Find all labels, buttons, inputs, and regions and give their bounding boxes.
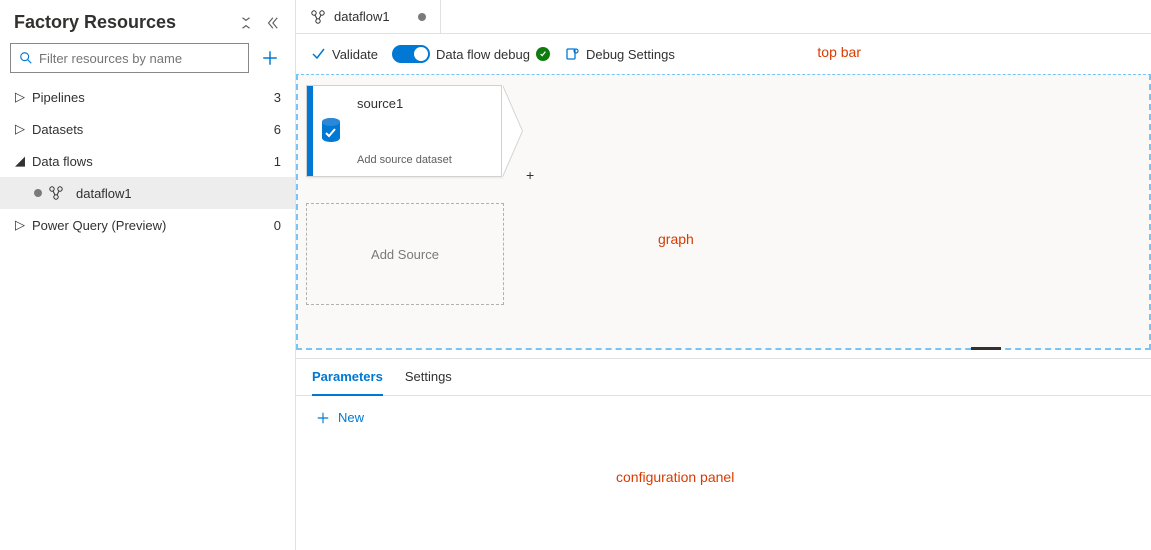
sidebar-title: Factory Resources [14,12,229,33]
main-area: dataflow1 Validate Data flow debug Debug… [296,0,1151,550]
sidebar-header: Factory Resources [0,8,295,43]
annotation-graph: graph [658,231,694,247]
debug-toggle[interactable]: Data flow debug [392,45,550,63]
validate-button[interactable]: Validate [310,46,378,62]
top-bar: Validate Data flow debug Debug Settings … [296,34,1151,74]
chevron-right-icon: ▷ [14,217,26,233]
add-step-button[interactable]: + [526,167,534,183]
tree-item-dataflows[interactable]: ◢ Data flows 1 [0,145,295,177]
tab-dataflow1[interactable]: dataflow1 [296,0,441,33]
tab-settings[interactable]: Settings [405,369,452,395]
node-subtitle: Add source dataset [357,154,493,166]
config-tabs: Parameters Settings [296,359,1151,396]
settings-icon [564,46,580,62]
tab-label: dataflow1 [334,9,390,24]
dataflow-icon [48,185,64,201]
config-body: New [296,396,1151,439]
dirty-indicator-icon [34,189,42,197]
node-title: source1 [357,96,493,111]
check-icon [310,46,326,62]
status-ok-icon [536,47,550,61]
add-resource-button[interactable] [255,43,285,73]
search-box[interactable] [10,43,249,73]
graph-canvas[interactable]: source1 Add source dataset + Add Source … [296,74,1151,350]
search-icon [19,51,33,65]
add-source-button[interactable]: Add Source [306,203,504,305]
search-row [0,43,295,81]
tree-item-dataflow1[interactable]: dataflow1 [0,177,295,209]
search-input[interactable] [39,51,240,66]
tree-item-pipelines[interactable]: ▷ Pipelines 3 [0,81,295,113]
plus-icon [316,411,330,425]
annotation-config: configuration panel [616,469,734,485]
collapse-sidebar-icon[interactable] [263,14,281,32]
splitter-handle-icon [971,347,1001,350]
tree-item-powerquery[interactable]: ▷ Power Query (Preview) 0 [0,209,295,241]
chevron-right-icon: ▷ [14,121,26,137]
expand-all-icon[interactable] [237,14,255,32]
resource-tree: ▷ Pipelines 3 ▷ Datasets 6 ◢ Data flows … [0,81,295,542]
dirty-indicator-icon [418,13,426,21]
tree-item-datasets[interactable]: ▷ Datasets 6 [0,113,295,145]
source-node[interactable]: source1 Add source dataset [306,85,502,177]
factory-resources-sidebar: Factory Resources ▷ Pipelines 3 ▷ Datase… [0,0,296,550]
node-output-arrow [502,85,522,177]
dataflow-icon [310,9,326,25]
chevron-right-icon: ▷ [14,89,26,105]
node-body: source1 Add source dataset [349,86,501,176]
new-parameter-button[interactable]: New [316,410,364,425]
database-icon [313,86,349,176]
chevron-down-icon: ◢ [14,153,26,169]
tab-strip: dataflow1 [296,0,1151,34]
debug-settings-button[interactable]: Debug Settings [564,46,675,62]
annotation-topbar: top bar [817,44,861,60]
tab-parameters[interactable]: Parameters [312,369,383,396]
toggle-switch-icon [392,45,430,63]
configuration-panel: Parameters Settings New configuration pa… [296,358,1151,550]
